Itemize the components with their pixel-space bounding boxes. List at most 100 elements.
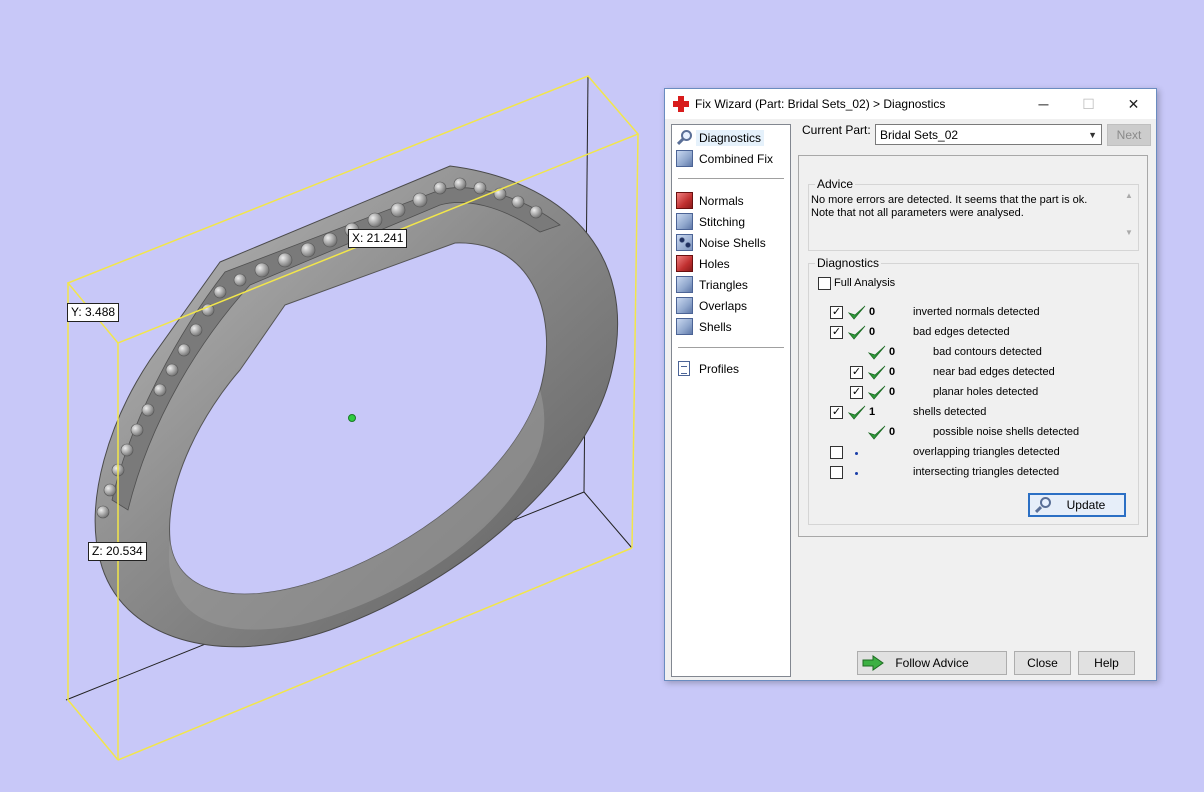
full-analysis-label: Full Analysis (834, 277, 896, 289)
advice-scrollbar[interactable]: ▲ ▼ (1122, 191, 1136, 237)
diagnostic-count: 0 (869, 306, 876, 318)
update-button[interactable]: Update (1028, 493, 1126, 517)
nav-divider (678, 178, 784, 179)
document-icon (676, 360, 693, 377)
help-button[interactable]: Help (1078, 651, 1135, 675)
diagnostic-count: 0 (889, 366, 896, 378)
advice-title: Advice (815, 177, 856, 191)
maximize-button: ☐ (1082, 95, 1095, 112)
nav-item-triangles[interactable]: Triangles (676, 275, 786, 294)
diagnostic-checkbox[interactable] (830, 446, 843, 459)
overlaps-cube-icon (676, 297, 693, 314)
cube-icon (676, 150, 693, 167)
triangles-cube-icon (676, 276, 693, 293)
fix-wizard-nav: Diagnostics Combined Fix Normals Stitchi… (671, 124, 791, 677)
current-part-value: Bridal Sets_02 (880, 127, 959, 142)
nav-label: Stitching (699, 214, 746, 229)
diagnostic-count: 0 (889, 346, 896, 358)
diagnostic-label: bad contours detected (933, 346, 1042, 358)
diagnostic-label: planar holes detected (933, 386, 1039, 398)
stitching-cube-icon (676, 213, 693, 230)
diagnostic-count: 0 (869, 326, 876, 338)
advice-line-2: Note that not all parameters were analys… (811, 207, 1024, 219)
normals-cube-icon (676, 192, 693, 209)
nav-label: Noise Shells (699, 235, 766, 250)
green-check-icon (868, 425, 886, 440)
diagnostic-label: intersecting triangles detected (913, 466, 1060, 478)
green-check-icon (848, 325, 866, 340)
diagnostic-label: near bad edges detected (933, 366, 1055, 378)
nav-item-stitching[interactable]: Stitching (676, 212, 786, 231)
diagnostic-checkbox[interactable] (830, 466, 843, 479)
green-check-icon (868, 385, 886, 400)
diagnostic-count: 0 (889, 386, 896, 398)
diagnostic-label: inverted normals detected (913, 306, 1040, 318)
nav-label: Overlaps (699, 298, 748, 313)
full-analysis-checkbox[interactable] (818, 277, 831, 290)
advice-group: Advice No more errors are detected. It s… (808, 177, 1139, 251)
nav-item-shells[interactable]: Shells (676, 317, 786, 336)
nav-label: Holes (699, 256, 730, 271)
nav-item-combined-fix[interactable]: Combined Fix (676, 149, 786, 168)
pending-dot-icon (855, 452, 858, 455)
magnifier-icon (676, 129, 693, 146)
3d-scene[interactable] (0, 0, 660, 792)
diagnostic-checkbox[interactable]: ✓ (830, 406, 843, 419)
diagnostic-checkbox[interactable]: ✓ (850, 366, 863, 379)
nav-label: Combined Fix (699, 151, 774, 166)
diagnostic-checkbox[interactable]: ✓ (850, 386, 863, 399)
nav-label: Normals (699, 193, 744, 208)
chevron-down-icon: ▼ (1088, 129, 1097, 140)
nav-item-normals[interactable]: Normals (676, 191, 786, 210)
nav-label: Triangles (699, 277, 748, 292)
update-label: Update (1066, 498, 1106, 512)
nav-label: Shells (699, 319, 732, 334)
diagnostic-count: 1 (869, 406, 876, 418)
scroll-down-icon[interactable]: ▼ (1125, 228, 1133, 237)
minimize-button[interactable]: ─ (1021, 89, 1066, 119)
y-dimension-label: Y: 3.488 (67, 303, 120, 322)
nav-label: Diagnostics (696, 129, 765, 146)
magnifier-icon (1034, 496, 1054, 514)
z-dimension-label: Z: 20.534 (88, 542, 147, 561)
red-cross-icon (673, 96, 689, 112)
shells-cube-icon (676, 318, 693, 335)
title-bar[interactable]: Fix Wizard (Part: Bridal Sets_02) > Diag… (665, 89, 1156, 119)
green-check-icon (868, 365, 886, 380)
nav-label: Profiles (699, 361, 740, 376)
nav-item-holes[interactable]: Holes (676, 254, 786, 273)
scroll-up-icon[interactable]: ▲ (1125, 191, 1133, 200)
diagnostic-label: overlapping triangles detected (913, 446, 1060, 458)
nav-item-profiles[interactable]: Profiles (676, 359, 786, 378)
nav-item-noise-shells[interactable]: Noise Shells (676, 233, 786, 252)
advice-line-1: No more errors are detected. It seems th… (811, 194, 1088, 206)
diagnostic-count: 0 (889, 426, 896, 438)
diagnostic-label: possible noise shells detected (933, 426, 1080, 438)
diagnostics-panel: Advice No more errors are detected. It s… (798, 155, 1148, 537)
diagnostics-group: Diagnostics Full Analysis ✓ 0 inverted nor… (808, 256, 1139, 525)
holes-cube-icon (676, 255, 693, 272)
x-dimension-label: X: 21.241 (348, 229, 408, 248)
diagnostic-label: bad edges detected (913, 326, 1010, 338)
diagnostic-label: shells detected (913, 406, 987, 418)
green-check-icon (868, 345, 886, 360)
window-title: Fix Wizard (Part: Bridal Sets_02) > Diag… (695, 97, 946, 111)
current-part-select[interactable]: Bridal Sets_02 ▼ (875, 124, 1102, 145)
advice-text: No more errors are detected. It seems th… (811, 194, 1111, 220)
green-check-icon (848, 305, 866, 320)
diagnostic-checkbox[interactable]: ✓ (830, 306, 843, 319)
close-window-button[interactable]: ✕ (1111, 89, 1156, 119)
green-check-icon (848, 405, 866, 420)
close-button[interactable]: Close (1014, 651, 1071, 675)
diagnostics-title: Diagnostics (815, 256, 882, 270)
3d-viewport[interactable]: X: 21.241 Y: 3.488 Z: 20.534 (0, 0, 660, 792)
nav-item-overlaps[interactable]: Overlaps (676, 296, 786, 315)
current-part-label: Current Part: (802, 123, 871, 137)
green-arrow-icon (862, 655, 884, 671)
diagnostic-checkbox[interactable]: ✓ (830, 326, 843, 339)
follow-advice-button[interactable]: Follow Advice (857, 651, 1007, 675)
nav-item-diagnostics[interactable]: Diagnostics (676, 128, 786, 147)
fix-wizard-dialog: Fix Wizard (Part: Bridal Sets_02) > Diag… (664, 88, 1157, 681)
center-point (348, 414, 356, 422)
noise-shells-icon (676, 234, 693, 251)
